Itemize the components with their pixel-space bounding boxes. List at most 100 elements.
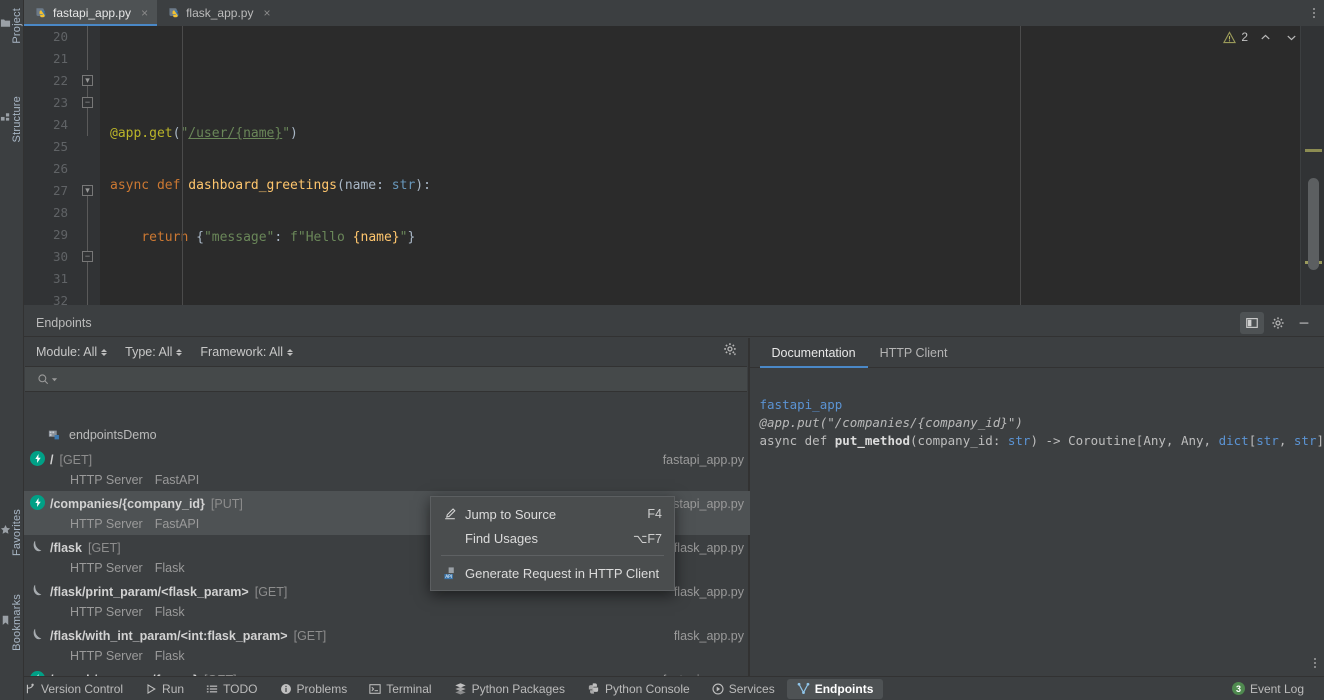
- play-icon: [145, 683, 157, 695]
- panel-layout-icon[interactable]: [1240, 312, 1264, 334]
- minimize-icon[interactable]: [1292, 312, 1316, 334]
- endpoint-method: [PUT]: [210, 497, 243, 511]
- status-item-python-packages[interactable]: Python Packages: [444, 679, 575, 699]
- rail-item-favorites-label: Favorites: [11, 509, 23, 557]
- editor-tab-fastapi-app[interactable]: fastapi_app.py ×: [24, 0, 158, 26]
- line-number: 31: [52, 271, 68, 286]
- fold-end-icon[interactable]: −: [82, 251, 93, 262]
- status-item-python-console[interactable]: Python Console: [577, 679, 700, 699]
- endpoints-header: Endpoints: [24, 309, 1324, 337]
- fold-end-icon[interactable]: −: [82, 97, 93, 108]
- rail-item-bookmarks[interactable]: Bookmarks: [0, 590, 23, 655]
- endpoints-search-bar[interactable]: [25, 366, 747, 392]
- endpoint-framework: Flask: [154, 605, 185, 619]
- line-number: 28: [52, 205, 68, 220]
- endpoint-server: HTTP Server: [70, 561, 143, 575]
- context-menu-item-jump-to-source[interactable]: Jump to Source F4: [431, 502, 674, 526]
- status-item-todo[interactable]: TODO: [196, 679, 267, 699]
- pencil-icon: [443, 507, 461, 521]
- editor-scrollbar-thumb[interactable]: [1308, 178, 1319, 270]
- flask-icon: [30, 583, 46, 599]
- endpoint-file: flask_app.py: [673, 585, 744, 599]
- chevron-down-icon[interactable]: [1285, 31, 1298, 44]
- close-icon[interactable]: ×: [263, 7, 270, 19]
- status-item-label: Terminal: [386, 681, 432, 696]
- endpoint-row-secondary: HTTP Server Flask: [50, 602, 758, 622]
- marker-warning[interactable]: [1305, 149, 1322, 152]
- endpoint-path: /companies/{company_id}: [50, 497, 205, 511]
- status-item-services[interactable]: Services: [702, 679, 785, 699]
- tab-documentation[interactable]: Documentation: [759, 338, 868, 368]
- problems-icon: [280, 683, 292, 695]
- tab-http-client[interactable]: HTTP Client: [868, 338, 960, 367]
- status-item-problems[interactable]: Problems: [270, 679, 358, 699]
- context-menu-item-label: Jump to Source: [465, 506, 557, 522]
- fastapi-icon: [30, 495, 46, 511]
- endpoint-file: flask_app.py: [673, 541, 744, 555]
- close-icon[interactable]: ×: [141, 7, 148, 19]
- framework-filter-label: Framework: All: [200, 345, 284, 359]
- tab-overflow-button[interactable]: [1304, 0, 1324, 26]
- endpoint-list-item[interactable]: /flask/with_int_param/<int:flask_param> …: [24, 623, 758, 667]
- rail-item-project[interactable]: Project: [0, 4, 23, 48]
- status-item-label: Problems: [296, 681, 348, 696]
- line-number: 32: [52, 293, 68, 305]
- context-menu[interactable]: Jump to Source F4 Find Usages ⌥F7 API Ge…: [430, 496, 675, 591]
- editor-inspection-widget[interactable]: 2: [1223, 30, 1298, 44]
- context-menu-item-generate-request[interactable]: API Generate Request in HTTP Client: [431, 561, 674, 585]
- search-icon: [37, 373, 50, 386]
- line-number: 20: [52, 29, 68, 44]
- endpoint-path: /flask/with_int_param/<int:flask_param>: [50, 629, 288, 643]
- status-item-event-log[interactable]: 3 Event Log: [1222, 679, 1314, 699]
- line-number: 26: [52, 161, 68, 176]
- structure-icon: [0, 111, 11, 122]
- code-text[interactable]: @app.get("/user/{name}") async def dashb…: [100, 26, 1324, 305]
- status-item-terminal[interactable]: Terminal: [359, 679, 441, 699]
- fold-collapse-icon[interactable]: ▾: [82, 75, 93, 86]
- rail-item-favorites[interactable]: Favorites: [0, 505, 23, 560]
- line-number: 25: [52, 139, 68, 154]
- status-item-run[interactable]: Run: [135, 679, 194, 699]
- endpoints-settings-gear-icon[interactable]: [723, 342, 738, 357]
- status-item-version-control[interactable]: Version Control: [14, 679, 133, 699]
- rail-item-structure[interactable]: Structure: [0, 92, 23, 146]
- status-bar: Version Control Run TODO Problems Termin…: [0, 676, 1324, 700]
- chevron-up-icon[interactable]: [1259, 31, 1272, 44]
- context-menu-item-find-usages[interactable]: Find Usages ⌥F7: [431, 526, 674, 550]
- editor-marker-bar[interactable]: [1300, 26, 1324, 305]
- code-line: return {"message": f"Hello {name}"}: [141, 230, 416, 245]
- context-menu-item-shortcut: ⌥F7: [633, 531, 662, 546]
- endpoint-list-item[interactable]: /search/company/{name} [GET] fastapi_app…: [24, 667, 758, 676]
- status-item-label: TODO: [223, 681, 258, 696]
- search-dropdown-icon[interactable]: [51, 376, 58, 383]
- todo-list-icon: [206, 683, 218, 695]
- documentation-more-button[interactable]: [1314, 658, 1316, 668]
- endpoint-method: [GET]: [59, 453, 93, 467]
- svg-text:API: API: [445, 574, 452, 580]
- endpoints-module-root-label: endpointsDemo: [69, 428, 157, 442]
- endpoints-module-root[interactable]: endpointsDemo: [24, 423, 758, 447]
- endpoint-path: /: [50, 453, 54, 467]
- framework-filter[interactable]: Framework: All: [200, 345, 294, 359]
- code-editor[interactable]: 20 21 22 23 24 25 26 27 28 29 30 31 32 ▾…: [24, 26, 1324, 305]
- endpoints-tool-window: Endpoints Module: All Type: All Framewor…: [24, 309, 1324, 676]
- editor-tab-flask-app[interactable]: flask_app.py ×: [157, 0, 279, 26]
- editor-tab-label: fastapi_app.py: [53, 6, 132, 20]
- type-filter[interactable]: Type: All: [125, 345, 183, 359]
- services-icon: [712, 682, 724, 695]
- fold-collapse-icon[interactable]: ▾: [82, 185, 93, 196]
- packages-icon: [454, 682, 467, 695]
- context-menu-item-label: Find Usages: [465, 530, 538, 546]
- endpoint-server: HTTP Server: [70, 473, 143, 487]
- status-item-endpoints[interactable]: Endpoints: [786, 678, 884, 699]
- endpoint-list-item[interactable]: / [GET] HTTP Server FastAPI fastapi_app.…: [24, 447, 758, 491]
- gear-icon[interactable]: [1266, 312, 1290, 334]
- editor-tab-label: flask_app.py: [186, 6, 254, 20]
- branch-icon: [24, 683, 36, 695]
- api-icon: API: [443, 566, 461, 581]
- code-folding-strip[interactable]: ▾ − ▾ −: [78, 26, 100, 305]
- module-filter[interactable]: Module: All: [36, 345, 108, 359]
- search-input[interactable]: [63, 372, 747, 386]
- documentation-tab-bar: Documentation HTTP Client: [749, 338, 1324, 368]
